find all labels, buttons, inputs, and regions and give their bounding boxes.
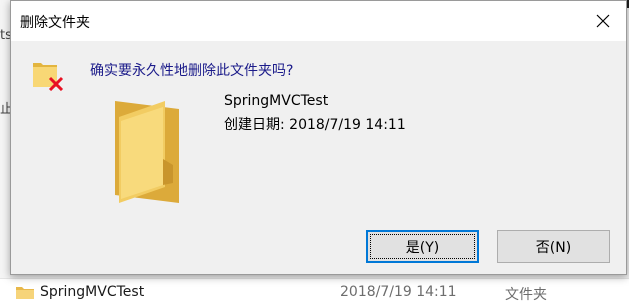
file-date: 2018/7/19 14:11 (340, 284, 457, 300)
no-button[interactable]: 否(N) (497, 230, 610, 263)
background-window-strip (0, 0, 10, 306)
file-name: SpringMVCTest (40, 284, 145, 300)
dialog-title: 删除文件夹 (20, 15, 90, 31)
folder-delete-icon (33, 63, 64, 91)
yes-button[interactable]: 是(Y) (366, 230, 479, 263)
folder-name: SpringMVCTest (224, 93, 329, 109)
folder-icon (16, 287, 34, 299)
dialog-titlebar[interactable]: 删除文件夹 (11, 1, 626, 41)
file-list-row[interactable]: SpringMVCTest 2018/7/19 14:11 文件夹 (0, 278, 629, 306)
delete-folder-dialog: 删除文件夹 确实要永久性地删除此文件夹吗? SpringMVCTest 创建日期… (10, 0, 627, 275)
dialog-content: 确实要永久性地删除此文件夹吗? SpringMVCTest 创建日期: 2018… (11, 41, 626, 212)
folder-icon (115, 101, 179, 203)
folder-created-date: 创建日期: 2018/7/19 14:11 (224, 117, 406, 133)
close-button[interactable] (580, 1, 626, 41)
confirm-question: 确实要永久性地删除此文件夹吗? (90, 63, 294, 79)
file-type: 文件夹 (505, 287, 547, 303)
close-icon (596, 14, 610, 28)
